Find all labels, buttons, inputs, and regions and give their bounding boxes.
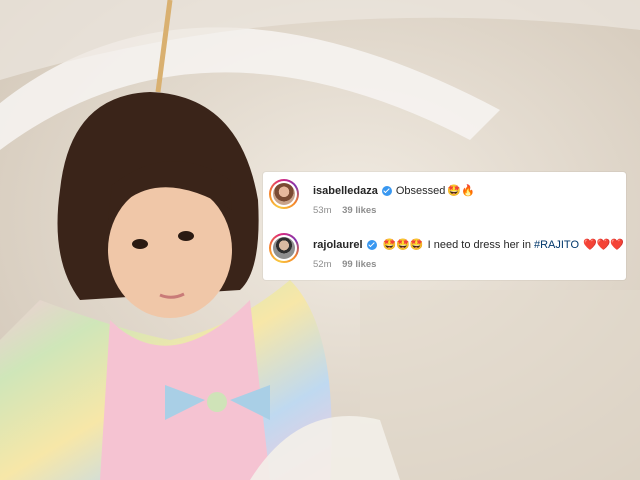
comment-username[interactable]: isabelledaza xyxy=(313,185,378,197)
comment-likes[interactable]: 39 likes xyxy=(342,205,376,216)
comment-hashtag-link[interactable]: #RAJITO xyxy=(534,239,579,251)
comment-emoji-prefix: 🤩🤩🤩 xyxy=(382,239,424,251)
comment-item: isabelledaza Obsessed 🤩🔥 53m 39 likes xyxy=(263,172,626,226)
comments-card: isabelledaza Obsessed 🤩🔥 53m 39 likes ra… xyxy=(263,172,626,280)
comment-emoji-suffix: ❤️❤️❤️ xyxy=(583,239,625,251)
avatar[interactable] xyxy=(269,233,299,263)
comment-timestamp: 53m xyxy=(313,205,332,216)
comment-likes[interactable]: 99 likes xyxy=(342,259,376,270)
comment-timestamp: 52m xyxy=(313,259,332,270)
verified-badge-icon xyxy=(366,239,377,250)
avatar[interactable] xyxy=(269,179,299,209)
verified-badge-icon xyxy=(381,185,392,196)
comment-text: Obsessed xyxy=(395,184,446,197)
comment-emoji: 🤩🔥 xyxy=(447,185,475,197)
comment-item: rajolaurel 🤩🤩🤩 I need to dress her in #R… xyxy=(263,226,626,280)
comment-text: I need to dress her in xyxy=(427,238,531,251)
comment-username[interactable]: rajolaurel xyxy=(313,239,363,251)
